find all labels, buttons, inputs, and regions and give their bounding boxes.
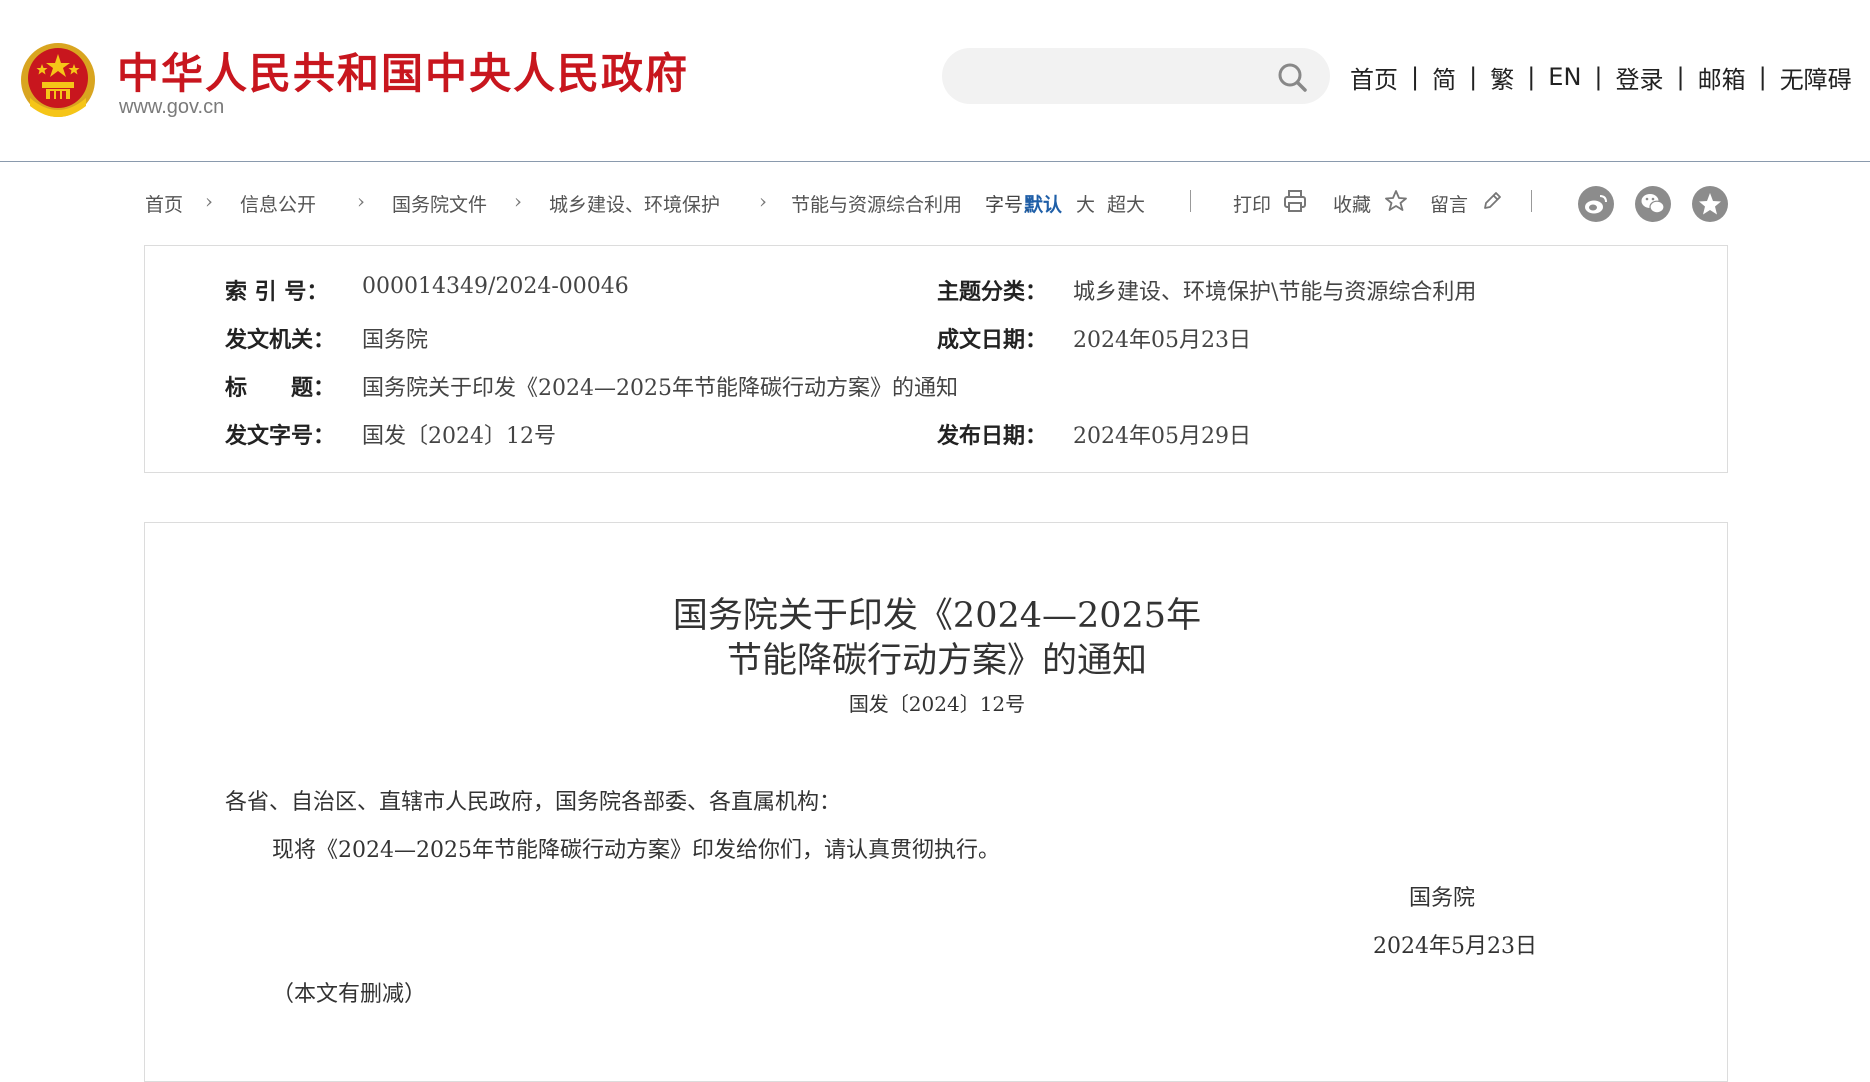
breadcrumb-home[interactable]: 首页: [145, 190, 183, 217]
font-size-default[interactable]: 默认: [1024, 190, 1062, 217]
nav-separator: |: [1594, 63, 1603, 91]
star-icon[interactable]: [1383, 188, 1409, 214]
toolbar-divider: [1190, 190, 1191, 212]
breadcrumb: 首页 › 信息公开 › 国务院文件 › 城乡建设、环境保护 › 节能与资源综合利…: [145, 186, 1730, 222]
nav-separator: |: [1469, 63, 1478, 91]
search-input[interactable]: [966, 58, 1260, 96]
chevron-right-icon: ›: [514, 189, 522, 213]
written-date-value: 2024年05月23日: [1073, 328, 1251, 353]
nav-english[interactable]: EN: [1548, 63, 1581, 91]
document-title-line1: 国务院关于印发《2024—2025年: [672, 596, 1202, 636]
font-size-large[interactable]: 大: [1076, 190, 1095, 217]
title-value: 国务院关于印发《2024—2025年节能降碳行动方案》的通知: [362, 376, 958, 401]
document-number-value: 国发〔2024〕12号: [362, 424, 556, 449]
weibo-icon[interactable]: [1578, 186, 1614, 222]
breadcrumb-state-council-docs[interactable]: 国务院文件: [392, 190, 487, 217]
document-body: 国务院关于印发《2024—2025年 节能降碳行动方案》的通知 国发〔2024〕…: [144, 522, 1728, 1082]
favorite-button[interactable]: 收藏: [1333, 190, 1371, 217]
document-info-box: 索 引 号： 000014349/2024-00046 主题分类： 城乡建设、环…: [144, 245, 1728, 473]
chevron-right-icon: ›: [357, 189, 365, 213]
toolbar-divider: [1531, 190, 1532, 212]
document-salutation: 各省、自治区、直辖市人民政府，国务院各部委、各直属机构：: [225, 790, 842, 815]
topic-label: 主题分类：: [937, 279, 1048, 305]
nav-login[interactable]: 登录: [1616, 60, 1664, 95]
favorite-star-icon[interactable]: [1692, 186, 1728, 222]
document-paragraph: 现将《2024—2025年节能降碳行动方案》印发给你们，请认真贯彻执行。: [272, 838, 1000, 863]
site-domain: www.gov.cn: [119, 96, 225, 118]
written-date-label: 成文日期：: [937, 327, 1048, 353]
nav-separator: |: [1527, 63, 1536, 91]
nav-mail[interactable]: 邮箱: [1698, 60, 1746, 95]
topic-value: 城乡建设、环境保护\节能与资源综合利用: [1073, 280, 1477, 305]
search-box: [942, 48, 1330, 104]
wechat-icon[interactable]: [1635, 186, 1671, 222]
breadcrumb-info-public[interactable]: 信息公开: [240, 190, 316, 217]
printer-icon[interactable]: [1282, 188, 1308, 214]
comment-button[interactable]: 留言: [1430, 190, 1468, 217]
breadcrumb-urban-environment[interactable]: 城乡建设、环境保护: [549, 190, 720, 217]
font-size-xlarge[interactable]: 超大: [1107, 190, 1145, 217]
nav-separator: |: [1758, 63, 1767, 91]
nav-separator: |: [1411, 63, 1420, 91]
document-note: （本文有删减）: [272, 982, 427, 1007]
document-number-label: 发文字号：: [225, 423, 336, 449]
chevron-right-icon: ›: [759, 189, 767, 213]
published-date-label: 发布日期：: [937, 423, 1048, 449]
issuer-value: 国务院: [362, 328, 429, 353]
search-icon[interactable]: [1276, 61, 1308, 93]
document-number: 国发〔2024〕12号: [848, 692, 1026, 716]
document-date: 2024年5月23日: [1373, 934, 1537, 959]
nav-separator: |: [1676, 63, 1685, 91]
breadcrumb-energy-saving[interactable]: 节能与资源综合利用: [791, 190, 962, 217]
nav-home[interactable]: 首页: [1350, 60, 1398, 95]
pencil-icon[interactable]: [1479, 188, 1505, 214]
print-button[interactable]: 打印: [1233, 190, 1271, 217]
document-signature: 国务院: [1409, 886, 1476, 911]
top-nav: 首页 | 简 | 繁 | EN | 登录 | 邮箱 | 无障碍: [1350, 60, 1852, 94]
nav-traditional[interactable]: 繁: [1490, 60, 1514, 95]
title-label: 标 题：: [225, 375, 336, 401]
index-number-value: 000014349/2024-00046: [362, 274, 629, 299]
site-header: 中华人民共和国中央人民政府 www.gov.cn 首页 | 简 | 繁 | EN…: [0, 0, 1870, 162]
national-emblem-icon[interactable]: [20, 40, 96, 120]
chevron-right-icon: ›: [205, 189, 213, 213]
issuer-label: 发文机关：: [225, 327, 336, 353]
document-title-line2: 节能降碳行动方案》的通知: [726, 641, 1147, 681]
published-date-value: 2024年05月29日: [1073, 424, 1251, 449]
nav-accessibility[interactable]: 无障碍: [1780, 60, 1852, 95]
site-title[interactable]: 中华人民共和国中央人民政府: [117, 40, 689, 101]
index-number-label: 索 引 号：: [225, 279, 329, 305]
nav-simplified[interactable]: 简: [1432, 60, 1456, 95]
